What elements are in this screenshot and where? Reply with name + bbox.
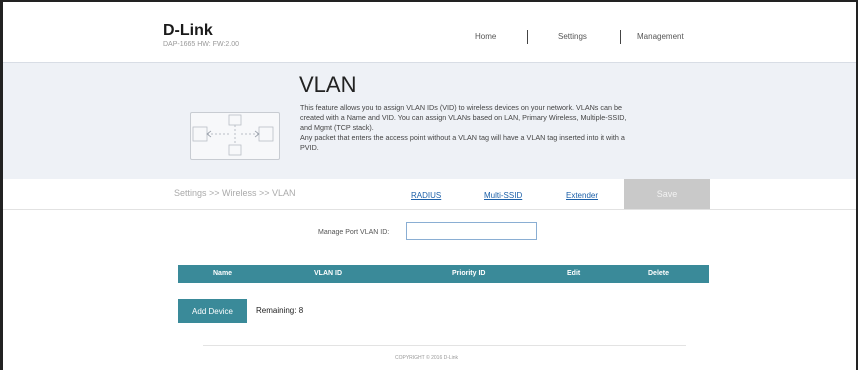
page-title: VLAN [299,72,357,97]
tab-extender[interactable]: Extender [566,191,598,200]
nav-management[interactable]: Management [637,32,684,41]
description-line: PVID. [300,143,319,152]
column-header-delete: Delete [648,270,670,277]
nav-settings[interactable]: Settings [558,32,587,41]
footer-divider [203,345,686,346]
description-line: Any packet that enters the access point … [300,133,625,142]
window-frame-right [856,0,858,370]
manage-port-vlan-input[interactable] [406,222,537,240]
vlan-diagram-icon [190,112,280,160]
top-bar [3,2,856,62]
description-line: and Mgmt (TCP stack). [300,123,374,132]
remaining-count: Remaining: 8 [256,306,304,315]
breadcrumb: Settings >> Wireless >> VLAN [174,188,296,198]
save-button[interactable]: Save [624,179,710,209]
nav-home[interactable]: Home [475,32,496,41]
dlink-logo[interactable]: D-Link [163,22,213,40]
description-line: This feature allows you to assign VLAN I… [300,103,622,112]
nav-separator [527,30,528,44]
tab-radius[interactable]: RADIUS [411,191,441,200]
tab-multi-ssid[interactable]: Multi-SSID [484,191,522,200]
copyright: COPYRIGHT © 2016 D-Link [395,355,459,361]
vlan-table-header: Name VLAN ID Priority ID Edit Delete [178,265,709,283]
column-header-name: Name [213,270,233,277]
column-header-priority-id: Priority ID [452,270,486,277]
nav-separator [620,30,621,44]
column-header-vlan-id: VLAN ID [314,270,342,277]
page-description: This feature allows you to assign VLAN I… [300,103,710,153]
add-device-button[interactable]: Add Device [178,299,247,323]
description-line: created with a Name and VID. You can ass… [300,113,627,122]
model-info: DAP-1665 HW: FW:2.00 [163,41,239,48]
column-header-edit: Edit [567,270,581,277]
manage-port-vlan-label: Manage Port VLAN ID: [318,229,390,236]
